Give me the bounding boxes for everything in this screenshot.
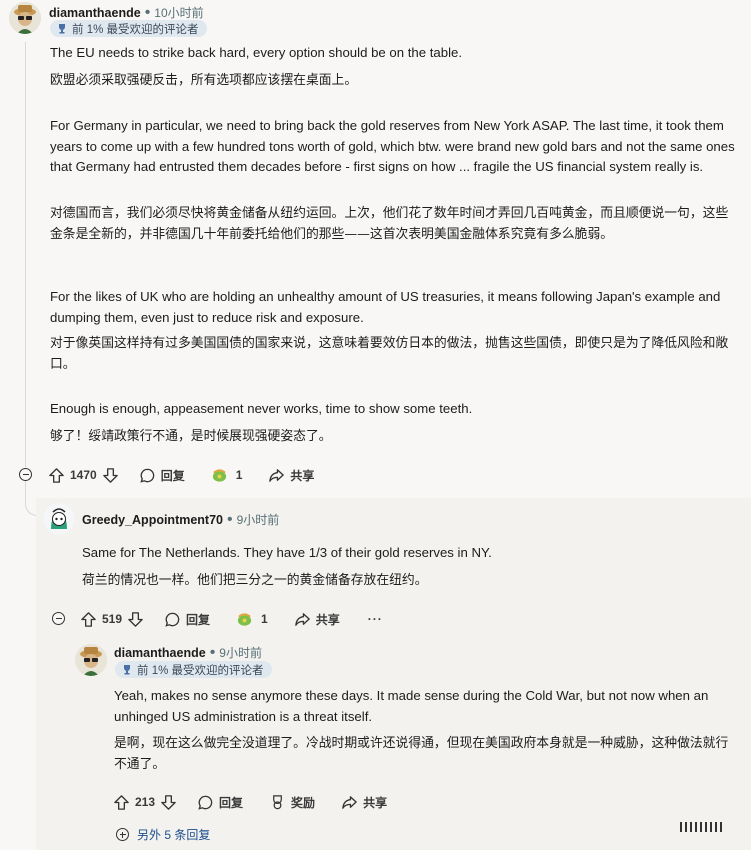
award-label: 奖励 <box>291 795 316 810</box>
reply-label: 回复 <box>219 795 244 810</box>
downvote-icon <box>161 794 176 810</box>
award-button[interactable]: 1 <box>236 611 268 628</box>
downvote-icon <box>128 611 143 627</box>
award-count: 1 <box>261 612 268 626</box>
award-count: 1 <box>235 468 243 482</box>
more-replies-link[interactable]: 另外 5 条回复 <box>116 826 210 843</box>
upvote-button[interactable] <box>48 467 65 484</box>
upvote-icon <box>81 611 96 627</box>
share-button[interactable]: 共享 <box>268 467 314 484</box>
trophy-icon <box>124 664 130 674</box>
comment-paragraph: Yeah, makes no sense anymore these days.… <box>114 688 709 724</box>
expand-plus-icon <box>116 828 129 841</box>
share-button[interactable]: 共享 <box>341 794 387 811</box>
award-icon <box>273 794 282 809</box>
downvote-button[interactable] <box>127 611 144 628</box>
upvote-button[interactable] <box>80 611 97 628</box>
comment-bubble-icon <box>198 795 213 810</box>
comment-paragraph: 对于像英国这样持有过多美国国债的国家来说，这意味着要效仿日本的做法，抛售这些国债… <box>50 336 729 372</box>
comment-bubble-icon <box>165 612 180 627</box>
comment-header: Greedy_Appointment70 • 9小时前 <box>82 511 279 529</box>
reply-label: 回复 <box>186 612 211 627</box>
scroll-indicator <box>680 822 722 832</box>
share-icon <box>269 468 285 482</box>
share-label: 共享 <box>315 612 340 627</box>
action-bar: 519 回复 1 共享 ··· <box>80 608 383 630</box>
comment-paragraph: For the likes of UK who are holding an u… <box>50 289 721 325</box>
award-icon <box>237 612 252 626</box>
badge-label: 前 1% 最受欢迎的评论者 <box>137 664 264 677</box>
vote-count: 519 <box>102 612 123 626</box>
downvote-icon <box>102 467 118 483</box>
more-options-button[interactable]: ··· <box>368 612 383 626</box>
badge-label: 前 1% 最受欢迎的评论者 <box>72 23 199 36</box>
avatar[interactable] <box>43 503 75 535</box>
vote-count: 213 <box>135 795 156 809</box>
avatar[interactable] <box>9 2 41 34</box>
share-label: 共享 <box>290 468 315 483</box>
comment-bubble-icon <box>140 468 154 483</box>
downvote-button[interactable] <box>102 467 119 484</box>
reply-button[interactable]: 回复 <box>164 611 210 628</box>
upvote-icon <box>49 467 64 483</box>
reply-button[interactable]: 回复 <box>139 467 185 484</box>
action-bar: 1470 回复 1 共享 <box>48 464 314 486</box>
comment-paragraph: 荷兰的情况也一样。他们把三分之一的黄金储备存放在纽约。 <box>82 573 428 588</box>
comment-paragraph: The EU needs to strike back hard, every … <box>50 45 462 60</box>
comment-paragraph: 是啊，现在这么做完全没道理了。冷战时期或许还说得通，但现在美国政府本身就是一种威… <box>114 736 729 772</box>
vote-count: 1470 <box>70 468 97 482</box>
comment-paragraph: For Germany in particular, we need to br… <box>50 118 735 174</box>
comment-header: diamanthaende • 9小时前 <box>114 644 262 662</box>
separator-dot: • <box>209 644 216 661</box>
share-label: 共享 <box>363 795 388 810</box>
more-options-icon: ··· <box>367 612 383 626</box>
share-icon <box>294 612 310 626</box>
award-button[interactable]: 1 <box>211 467 243 484</box>
more-replies-label: 另外 5 条回复 <box>137 828 211 842</box>
avatar[interactable] <box>75 644 107 676</box>
action-bar: 213 回复 奖励 共享 <box>113 791 387 813</box>
award-icon <box>212 468 226 482</box>
username[interactable]: diamanthaende <box>49 6 141 20</box>
collapse-thread-button[interactable] <box>52 612 65 625</box>
separator-dot: • <box>227 511 233 528</box>
trophy-icon <box>59 23 65 33</box>
share-icon <box>342 795 357 809</box>
downvote-button[interactable] <box>160 794 177 811</box>
upvote-icon <box>114 794 129 810</box>
reply-button[interactable]: 回复 <box>197 794 243 811</box>
timestamp[interactable]: 10小时前 <box>154 4 203 21</box>
award-button[interactable]: 奖励 <box>269 794 315 811</box>
comment-paragraph: 欧盟必须采取强硬反击，所有选项都应该摆在桌面上。 <box>50 73 358 88</box>
comment-paragraph: 够了！绥靖政策行不通，是时候展现强硬姿态了。 <box>50 429 332 444</box>
flair-badge: 前 1% 最受欢迎的评论者 <box>115 661 272 678</box>
timestamp[interactable]: 9小时前 <box>219 644 262 661</box>
timestamp[interactable]: 9小时前 <box>237 511 280 528</box>
thread-line-root <box>25 42 26 467</box>
comment-paragraph: 对德国而言，我们必须尽快将黄金储备从纽约运回。上次，他们花了数年时间才弄回几百吨… <box>50 206 729 242</box>
username[interactable]: diamanthaende <box>114 646 206 660</box>
username[interactable]: Greedy_Appointment70 <box>82 513 223 527</box>
collapse-thread-button[interactable] <box>19 468 32 481</box>
comment-paragraph: Same for The Netherlands. They have 1/3 … <box>82 545 492 560</box>
upvote-button[interactable] <box>113 794 130 811</box>
flair-badge: 前 1% 最受欢迎的评论者 <box>50 20 207 37</box>
reply-label: 回复 <box>160 468 185 483</box>
comment-paragraph: Enough is enough, appeasement never work… <box>50 401 473 416</box>
share-button[interactable]: 共享 <box>294 611 340 628</box>
